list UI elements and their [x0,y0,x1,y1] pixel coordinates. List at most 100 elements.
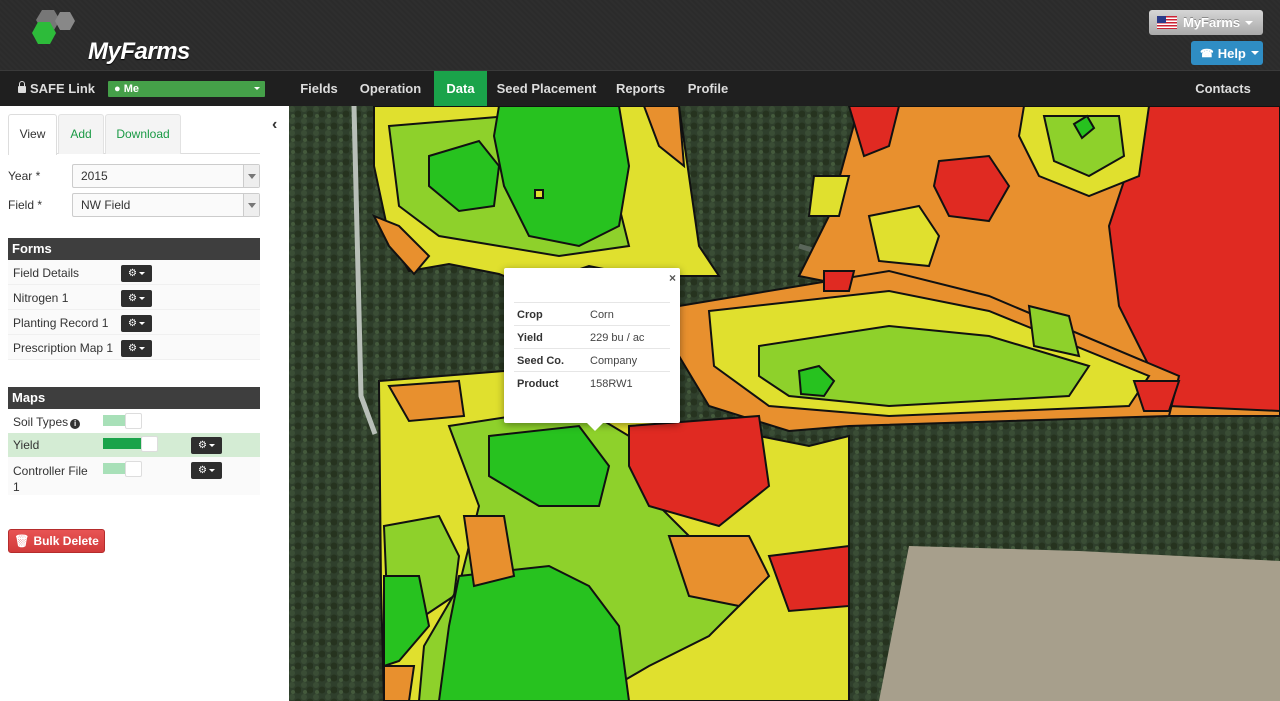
popup-key: Product [517,378,559,390]
toggle-track [103,438,141,449]
chevron-down-icon [138,272,145,275]
soil-types-toggle[interactable] [103,413,149,429]
app-header: MyFarms MyFarms ☎ Help [0,0,1280,70]
form-label: Nitrogen 1 [13,291,69,305]
tab-view[interactable]: View [8,114,57,155]
field-select[interactable]: NW Field [72,193,260,217]
collapse-sidebar-icon[interactable]: ‹ [272,116,277,134]
form-label: Prescription Map 1 [13,341,114,355]
chevron-down-icon [1250,51,1259,55]
form-row-field-details: Field Details ⚙ [8,260,260,285]
myfarms-logo[interactable]: MyFarms [28,8,208,65]
chevron-down-icon [138,322,145,325]
nav-profile[interactable]: Profile [681,71,735,106]
nav-data[interactable]: Data [434,71,487,106]
form-row-planting-record: Planting Record 1 ⚙ [8,310,260,335]
map-row-soil-types: Soil Types i [8,409,260,433]
popup-value: 229 bu / ac [590,332,645,344]
sidebar-tabs: View Add Download [8,114,260,155]
map-options-button[interactable]: ⚙ [191,437,222,454]
field-row: Field * NW Field [8,193,260,217]
chevron-down-icon [243,165,259,187]
nav-reports[interactable]: Reports [609,71,672,106]
account-button-label: MyFarms [1183,15,1241,30]
gear-icon: ⚙ [128,293,137,304]
year-select-value: 2015 [81,169,108,183]
maps-section-title: Maps [8,387,260,409]
us-flag-icon [1157,16,1177,29]
popup-row-crop: Crop Corn [514,302,670,325]
safe-link-label: SAFE Link [30,81,96,96]
help-button-label: Help [1217,45,1246,61]
gear-icon: ⚙ [198,465,207,476]
chevron-down-icon [208,444,215,447]
field-label: Field * [8,198,43,212]
form-label: Field Details [13,266,80,280]
chevron-down-icon [138,297,145,300]
yield-zone-upper-left [371,106,721,288]
toggle-knob [125,461,142,477]
popup-row-product: Product 158RW1 [514,371,670,394]
bulk-delete-label: Bulk Delete [33,534,99,548]
popup-row-seed-company: Seed Co. Company [514,348,670,371]
nav-operation[interactable]: Operation [353,71,428,106]
form-row-prescription-map: Prescription Map 1 ⚙ [8,335,260,360]
chevron-down-icon [243,194,259,216]
map-row-yield: Yield ⚙ [8,433,260,457]
gear-icon: ⚙ [128,343,137,354]
safe-link[interactable]: SAFE Link [18,71,95,106]
yield-map[interactable]: × Crop Corn Yield 229 bu / ac Seed Co. C… [289,106,1280,701]
tab-download[interactable]: Download [105,114,181,154]
map-label-wrap: Soil Types i [13,415,81,429]
popup-value: Company [590,355,638,367]
user-select[interactable]: ● Me [108,81,265,97]
help-dropdown-button[interactable]: ☎ Help [1191,41,1263,65]
account-dropdown-button[interactable]: MyFarms [1149,10,1263,35]
logo-hexagons-icon [32,10,75,44]
year-row: Year * 2015 [8,164,260,188]
user-icon: ● [114,83,121,95]
chevron-down-icon [138,347,145,350]
phone-icon: ☎ [1200,47,1214,60]
popup-value: 158RW1 [590,378,633,390]
toggle-knob [141,436,158,452]
popup-key: Seed Co. [517,355,565,367]
bare-field [879,546,1280,701]
map-row-controller-file: Controller File 1 ⚙ [8,457,260,495]
chevron-down-icon [208,469,215,472]
info-icon[interactable]: i [70,419,81,429]
main-nav: SAFE Link ● Me Fields Operation Data See… [0,70,1280,106]
nav-contacts[interactable]: Contacts [1187,71,1259,106]
yield-toggle[interactable] [103,436,158,452]
popup-key: Yield [517,332,543,344]
lock-icon [18,81,26,93]
toggle-knob [125,413,142,429]
year-select[interactable]: 2015 [72,164,260,188]
field-select-value: NW Field [81,198,131,212]
form-options-button[interactable]: ⚙ [121,290,152,307]
map-label: Soil Types [13,415,69,429]
map-label: Controller File 1 [13,464,88,494]
form-options-button[interactable]: ⚙ [121,265,152,282]
form-options-button[interactable]: ⚙ [121,315,152,332]
form-options-button[interactable]: ⚙ [121,340,152,357]
bulk-delete-button[interactable]: 🗑 Bulk Delete [8,529,105,553]
nav-seed-placement[interactable]: Seed Placement [492,71,601,106]
nav-fields[interactable]: Fields [291,71,347,106]
form-label: Planting Record 1 [13,316,109,330]
close-icon[interactable]: × [669,271,676,285]
controller-file-toggle[interactable] [103,461,149,477]
popup-row-yield: Yield 229 bu / ac [514,325,670,348]
user-select-value: Me [123,83,139,95]
map-label: Yield [13,438,40,452]
chevron-down-icon [1245,20,1254,25]
tab-add[interactable]: Add [58,114,104,154]
map-options-button[interactable]: ⚙ [191,462,222,479]
chevron-down-icon [254,87,260,90]
logo-text: MyFarms [88,38,190,65]
yield-map-canvas[interactable] [289,106,1280,701]
gear-icon: ⚙ [128,268,137,279]
gear-icon: ⚙ [198,440,207,451]
popup-key: Crop [517,309,543,321]
forms-section-title: Forms [8,238,260,260]
